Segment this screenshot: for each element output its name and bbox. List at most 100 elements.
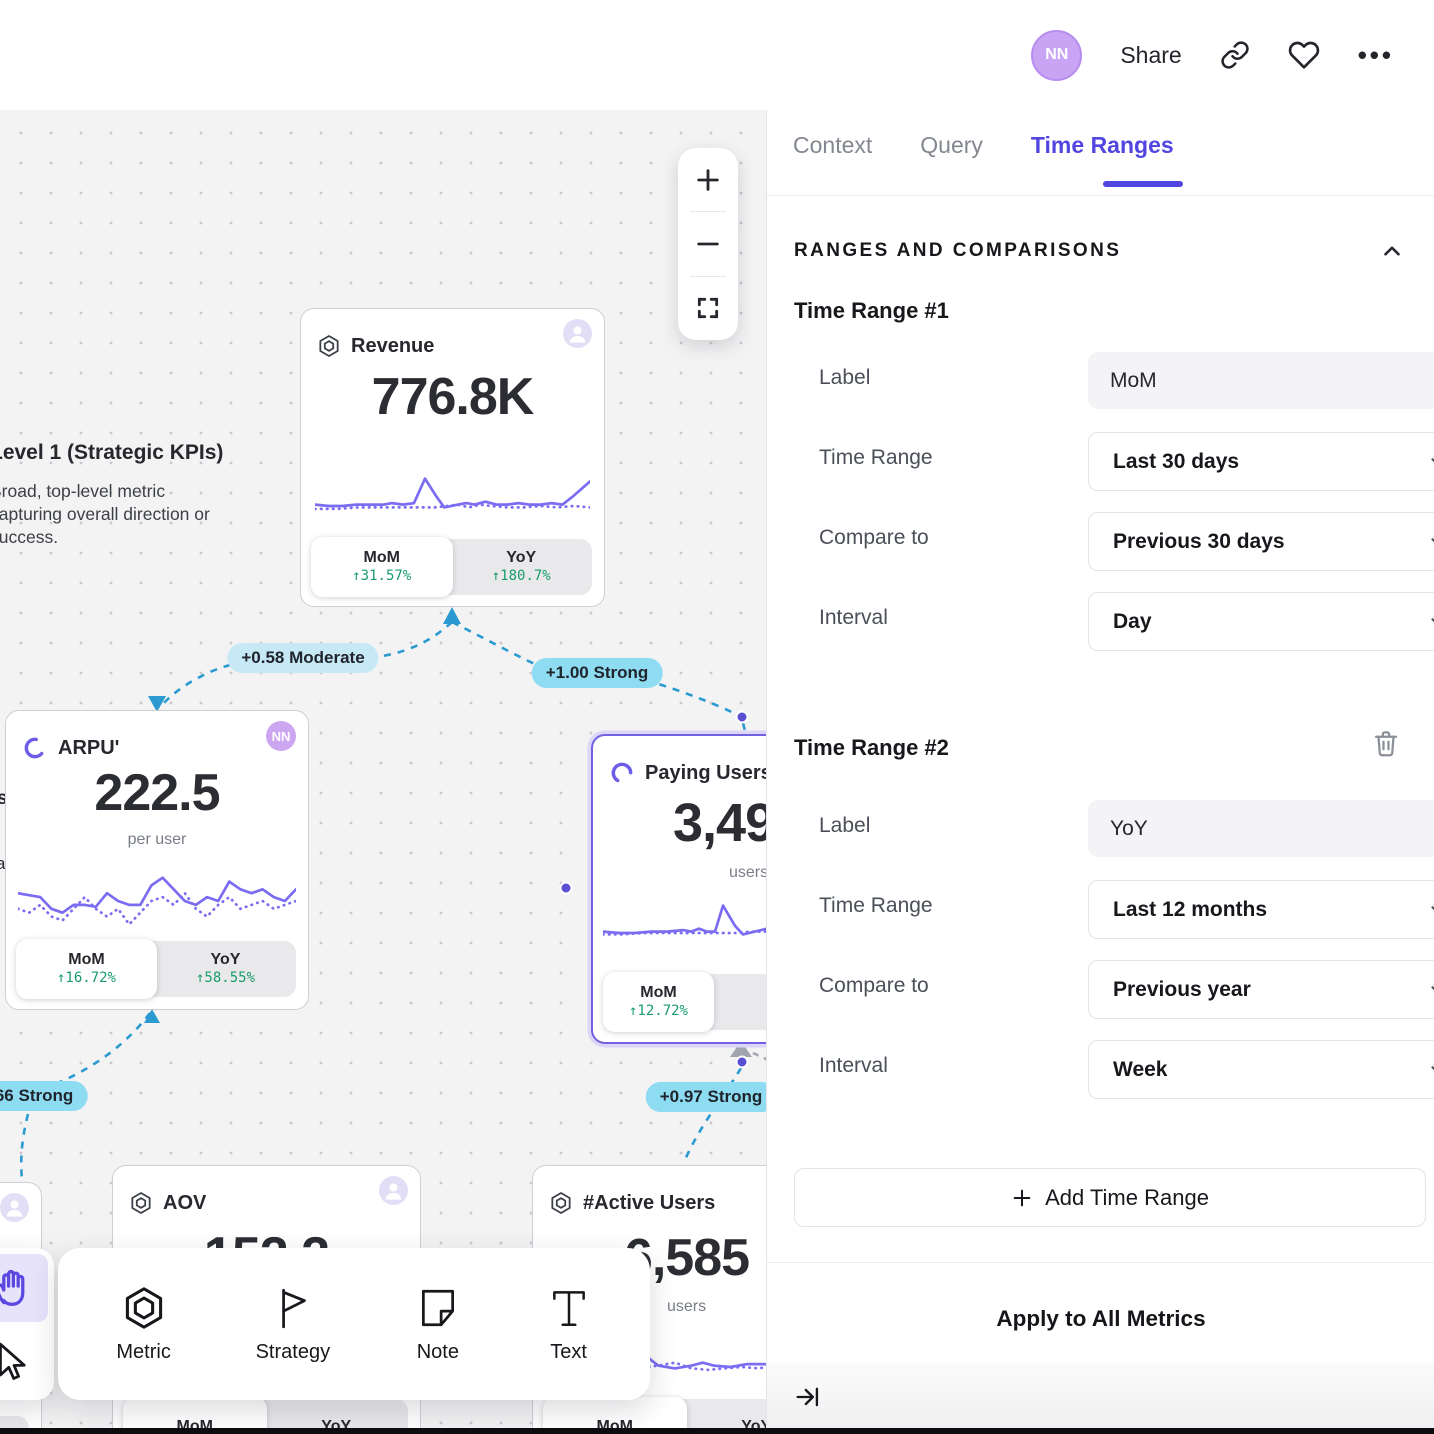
chevron-down-icon — [1427, 531, 1434, 553]
section-header: RANGES AND COMPARISONS — [794, 240, 1121, 262]
field-label: Interval — [819, 606, 888, 630]
time-range-select[interactable]: Last 30 days — [1088, 432, 1434, 491]
toolbar-label: Text — [550, 1341, 587, 1364]
tab-context[interactable]: Context — [793, 132, 872, 159]
time-range-1-title: Time Range #1 — [794, 298, 949, 324]
fit-view-icon[interactable] — [678, 277, 738, 340]
chevron-down-icon — [1427, 899, 1434, 921]
hand-tool-button[interactable] — [0, 1254, 48, 1322]
toolbar-item-note[interactable]: Note — [415, 1285, 461, 1364]
toggle-yoy[interactable] — [712, 974, 766, 1030]
toolbar-label: Strategy — [256, 1341, 330, 1364]
settings-panel: Context Query Time Ranges RANGES AND COM… — [766, 110, 1434, 1434]
label-input[interactable]: MoM — [1088, 352, 1434, 409]
metric-card-arpu[interactable]: ARPU' NN 222.5 per user MoM ↑16.72% YoY … — [5, 710, 309, 1010]
field-label: Label — [819, 366, 870, 390]
toggle-label: MoM — [364, 548, 400, 568]
collapse-section-icon[interactable] — [1379, 238, 1405, 264]
metric-hexagon-icon — [129, 1191, 153, 1215]
time-range-toggle[interactable]: MoM ↑31.57% YoY ↑180.7% — [313, 539, 592, 595]
apply-all-metrics-button[interactable]: Apply to All Metrics — [767, 1306, 1434, 1332]
chevron-down-icon — [1427, 979, 1434, 1001]
time-range-toggle[interactable]: MoM ↑12.72% — [605, 974, 766, 1030]
divider — [767, 1262, 1434, 1263]
metric-card-revenue[interactable]: Revenue 776.8K MoM ↑31.57% YoY ↑180.7% — [300, 308, 605, 607]
toggle-yoy[interactable]: YoY ↑58.55% — [155, 941, 296, 997]
flag-icon — [270, 1285, 316, 1331]
toggle-pct: ↑12.72% — [629, 1003, 688, 1021]
field-label: Compare to — [819, 526, 929, 550]
insert-toolbar[interactable]: Metric Strategy Note Text — [58, 1248, 650, 1400]
card-title: ARPU' — [58, 737, 119, 760]
toolbar-item-metric[interactable]: Metric — [116, 1285, 170, 1364]
compare-to-select[interactable]: Previous 30 days — [1088, 512, 1434, 571]
input-value: YoY — [1110, 817, 1148, 841]
metric-hexagon-icon — [549, 1191, 573, 1215]
metric-card-paying-users[interactable]: Paying Users' 3,499 users MoM ↑12.72% — [591, 734, 766, 1044]
toggle-label: YoY — [211, 950, 241, 970]
toggle-mom[interactable]: MoM ↑31.57% — [311, 537, 453, 597]
divider — [767, 195, 1434, 196]
chevron-down-icon — [1427, 1059, 1434, 1081]
time-range-toggle[interactable]: MoM ↑16.72% YoY ↑58.55% — [18, 941, 296, 997]
metric-unit: users — [729, 864, 766, 882]
select-value: Previous 30 days — [1113, 530, 1285, 554]
toolbar-item-strategy[interactable]: Strategy — [256, 1285, 330, 1364]
toggle-yoy[interactable]: YoY ↑180.7% — [451, 539, 593, 595]
copy-link-icon[interactable] — [1220, 40, 1250, 70]
tab-query[interactable]: Query — [920, 132, 983, 159]
zoom-out-icon[interactable] — [678, 212, 738, 275]
screen-bottom-edge — [0, 1428, 1434, 1434]
toggle-mom[interactable]: MoM ↑12.72% — [603, 972, 714, 1032]
zoom-in-icon[interactable] — [678, 148, 738, 211]
user-avatar[interactable]: NN — [1031, 30, 1082, 81]
panel-footer — [767, 1363, 1434, 1434]
select-value: Last 12 months — [1113, 898, 1267, 922]
metric-unit: per user — [6, 831, 308, 849]
toggle-pct: ↑31.57% — [352, 568, 411, 586]
time-range-select[interactable]: Last 12 months — [1088, 880, 1434, 939]
card-title: Revenue — [351, 335, 434, 358]
owner-avatar — [563, 319, 592, 348]
plus-icon — [1011, 1187, 1033, 1209]
panel-tabs: Context Query Time Ranges — [793, 132, 1174, 159]
toolbar-label: Metric — [116, 1341, 170, 1364]
favorite-heart-icon[interactable] — [1288, 39, 1320, 71]
field-label: Compare to — [819, 974, 929, 998]
interval-select[interactable]: Day — [1088, 592, 1434, 651]
field-label: Time Range — [819, 894, 933, 918]
toggle-label: MoM — [68, 950, 104, 970]
collapse-panel-icon[interactable] — [793, 1383, 821, 1411]
more-options-icon[interactable]: ••• — [1358, 50, 1394, 60]
loading-spinner-icon — [609, 760, 635, 786]
select-tool-button[interactable] — [0, 1328, 48, 1394]
correlation-label[interactable]: +0.58 Moderate — [227, 643, 378, 673]
compare-to-select[interactable]: Previous year — [1088, 960, 1434, 1019]
sparkline-chart — [18, 866, 296, 936]
canvas-note-body: Broad, top-level metric capturing overal… — [0, 480, 240, 549]
toggle-mom[interactable]: MoM ↑16.72% — [16, 939, 157, 999]
metric-value: 3,499 — [673, 792, 766, 854]
add-time-range-button[interactable]: Add Time Range — [794, 1168, 1426, 1227]
share-button[interactable]: Share — [1120, 42, 1181, 69]
zoom-control[interactable] — [678, 148, 738, 340]
card-title: Paying Users' — [645, 762, 766, 785]
correlation-label[interactable]: +1.00 Strong — [532, 658, 663, 688]
owner-avatar — [379, 1176, 408, 1205]
correlation-label[interactable]: +0.97 Strong — [646, 1082, 766, 1112]
metric-value: 222.5 — [6, 763, 308, 823]
time-range-2-title: Time Range #2 — [794, 735, 949, 761]
label-input[interactable]: YoY — [1088, 800, 1434, 857]
toolbar-item-text[interactable]: Text — [546, 1285, 592, 1364]
toggle-pct: ↑180.7% — [492, 568, 551, 586]
canvas-tool-palette[interactable] — [0, 1248, 54, 1400]
tab-time-ranges[interactable]: Time Ranges — [1031, 132, 1174, 159]
card-title: #Active Users — [583, 1192, 715, 1215]
toggle-pct: ↑16.72% — [57, 970, 116, 988]
interval-select[interactable]: Week — [1088, 1040, 1434, 1099]
select-value: Day — [1113, 610, 1152, 634]
metric-tree-canvas[interactable]: Level 1 (Strategic KPIs) Broad, top-leve… — [0, 110, 766, 1434]
delete-time-range-icon[interactable] — [1371, 728, 1401, 758]
card-title: AOV — [163, 1192, 206, 1215]
correlation-label[interactable]: +0.66 Strong — [0, 1081, 87, 1111]
